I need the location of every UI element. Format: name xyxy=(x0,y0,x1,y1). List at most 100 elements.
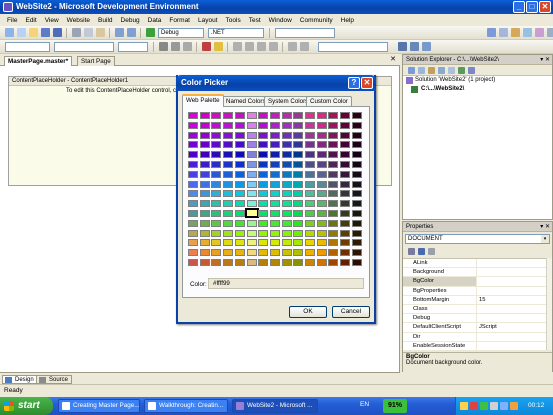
property-value[interactable] xyxy=(477,305,550,313)
color-swatch[interactable] xyxy=(258,200,269,208)
color-swatch[interactable] xyxy=(293,141,304,149)
color-swatch[interactable] xyxy=(328,151,339,159)
property-pages-icon[interactable] xyxy=(427,248,435,255)
color-swatch[interactable] xyxy=(269,141,280,149)
color-swatch[interactable] xyxy=(328,249,339,257)
color-swatch[interactable] xyxy=(305,112,315,119)
color-swatch[interactable] xyxy=(188,259,198,266)
color-swatch[interactable] xyxy=(340,151,351,159)
tray-icon[interactable] xyxy=(460,402,468,410)
color-swatch[interactable] xyxy=(258,121,269,129)
color-swatch[interactable] xyxy=(234,131,245,139)
color-swatch[interactable] xyxy=(305,141,315,149)
color-swatch[interactable] xyxy=(305,121,315,129)
color-swatch[interactable] xyxy=(223,239,234,247)
panel-controls[interactable]: ▾ ✕ xyxy=(540,55,550,65)
dialog-title-bar[interactable]: Color Picker xyxy=(176,75,376,91)
property-row[interactable]: Background xyxy=(403,268,550,278)
color-swatch[interactable] xyxy=(211,259,222,266)
color-swatch[interactable] xyxy=(305,259,315,266)
platform-combo[interactable]: .NET xyxy=(208,27,264,38)
color-swatch[interactable] xyxy=(340,259,351,266)
color-swatch[interactable] xyxy=(246,219,257,227)
color-swatch[interactable] xyxy=(305,200,315,208)
back-color-icon[interactable] xyxy=(213,42,223,51)
menu-build[interactable]: Build xyxy=(94,17,116,24)
class-view-icon[interactable] xyxy=(535,28,544,37)
color-swatch[interactable] xyxy=(328,170,339,178)
color-swatch[interactable] xyxy=(246,170,257,178)
menu-layout[interactable]: Layout xyxy=(194,17,222,24)
color-swatch[interactable] xyxy=(258,112,269,119)
menu-tools[interactable]: Tools xyxy=(222,17,245,24)
font-name-combo[interactable] xyxy=(54,41,114,52)
tab-web-palette[interactable]: Web Palette xyxy=(182,94,224,107)
color-swatch[interactable] xyxy=(188,180,198,188)
tray-icon[interactable] xyxy=(480,402,488,410)
color-swatch[interactable] xyxy=(305,229,315,237)
color-swatch[interactable] xyxy=(258,190,269,198)
align-right-icon[interactable] xyxy=(256,42,266,51)
color-swatch[interactable] xyxy=(188,161,198,168)
language-indicator[interactable]: EN xyxy=(360,401,369,408)
color-swatch[interactable] xyxy=(316,200,327,208)
solution-explorer-icon[interactable] xyxy=(487,28,496,37)
property-value[interactable] xyxy=(477,287,550,295)
color-swatch[interactable] xyxy=(305,131,315,139)
taskbar-item[interactable]: Creating Master Page... xyxy=(58,399,140,413)
color-swatch[interactable] xyxy=(281,219,292,227)
color-swatch[interactable] xyxy=(246,200,257,208)
color-swatch[interactable] xyxy=(351,190,362,198)
align-left-icon[interactable] xyxy=(232,42,242,51)
paste-icon[interactable] xyxy=(95,28,105,37)
color-swatch[interactable] xyxy=(188,210,198,217)
color-swatch[interactable] xyxy=(258,131,269,139)
font-size-combo[interactable] xyxy=(118,41,148,52)
color-swatch[interactable] xyxy=(340,249,351,257)
color-swatch[interactable] xyxy=(340,180,351,188)
color-swatch[interactable] xyxy=(328,161,339,168)
color-swatch[interactable] xyxy=(293,131,304,139)
color-swatch[interactable] xyxy=(269,249,280,257)
color-swatch[interactable] xyxy=(305,239,315,247)
color-swatch[interactable] xyxy=(281,239,292,247)
color-swatch[interactable] xyxy=(293,210,304,217)
color-swatch[interactable] xyxy=(351,229,362,237)
color-swatch[interactable] xyxy=(281,112,292,119)
color-swatch[interactable] xyxy=(351,151,362,159)
color-swatch[interactable] xyxy=(281,229,292,237)
properties-icon[interactable] xyxy=(407,66,415,74)
start-button[interactable]: start xyxy=(0,397,53,415)
color-swatch[interactable] xyxy=(234,229,245,237)
color-swatch[interactable] xyxy=(281,121,292,129)
clock[interactable]: 00:12 xyxy=(528,402,544,409)
color-swatch[interactable] xyxy=(351,259,362,266)
tray-icon[interactable] xyxy=(500,402,508,410)
property-value[interactable] xyxy=(477,268,550,276)
color-swatch[interactable] xyxy=(223,180,234,188)
tray-icon[interactable] xyxy=(470,402,478,410)
color-swatch[interactable] xyxy=(199,239,210,247)
color-swatch[interactable] xyxy=(293,219,304,227)
color-swatch[interactable] xyxy=(199,131,210,139)
color-swatch[interactable] xyxy=(269,259,280,266)
color-swatch[interactable] xyxy=(293,170,304,178)
color-swatch[interactable] xyxy=(223,219,234,227)
view-designer-icon[interactable] xyxy=(447,66,455,74)
color-swatch[interactable] xyxy=(269,219,280,227)
color-swatch[interactable] xyxy=(351,141,362,149)
color-swatch[interactable] xyxy=(293,200,304,208)
color-swatch[interactable] xyxy=(246,131,257,139)
color-swatch[interactable] xyxy=(328,190,339,198)
help-button[interactable]: ? xyxy=(348,77,360,89)
color-swatch[interactable] xyxy=(316,141,327,149)
color-swatch[interactable] xyxy=(234,151,245,159)
color-swatch[interactable] xyxy=(281,249,292,257)
color-swatch[interactable] xyxy=(281,161,292,168)
color-swatch[interactable] xyxy=(199,229,210,237)
color-swatch[interactable] xyxy=(211,249,222,257)
color-swatch[interactable] xyxy=(328,259,339,266)
color-swatch[interactable] xyxy=(246,239,257,247)
find-combo[interactable] xyxy=(275,27,335,38)
tab-masterpage[interactable]: MasterPage.master* xyxy=(4,56,73,66)
